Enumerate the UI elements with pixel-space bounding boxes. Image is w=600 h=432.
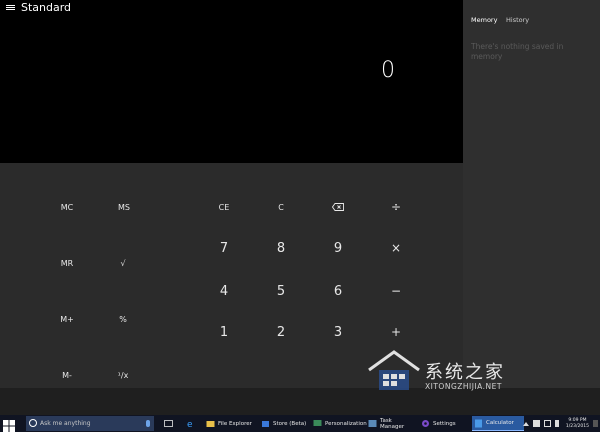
- watermark-chinese-text: 系统之家: [425, 362, 505, 383]
- digit-5-button[interactable]: 5: [261, 279, 301, 303]
- digit-9-button[interactable]: 9: [318, 236, 358, 260]
- taskbar-settings-label: Settings: [433, 420, 456, 427]
- calculator-display-area: Standard 0: [0, 0, 463, 163]
- tab-history[interactable]: History: [506, 16, 529, 24]
- multiply-button[interactable]: ×: [376, 236, 416, 260]
- memory-empty-message: There's nothing saved in memory: [471, 42, 564, 61]
- clear-entry-button[interactable]: CE: [204, 197, 244, 217]
- digit-1-button[interactable]: 1: [204, 320, 244, 344]
- svg-text:e: e: [187, 420, 193, 428]
- system-tray: 9:09 PM 1/23/2015: [522, 416, 598, 431]
- watermark-house-icon: [368, 350, 420, 390]
- digit-6-button[interactable]: 6: [318, 279, 358, 303]
- action-center-icon[interactable]: [532, 420, 540, 427]
- internet-explorer-icon: e: [187, 420, 193, 428]
- menu-icon-line: [6, 5, 15, 6]
- taskbar-ie[interactable]: e: [184, 416, 200, 431]
- menu-icon-line: [6, 7, 15, 8]
- memory-subtract-button[interactable]: M-: [42, 365, 92, 385]
- search-input[interactable]: Ask me anything: [26, 416, 154, 431]
- square-root-button[interactable]: √: [103, 253, 143, 273]
- microphone-icon[interactable]: [146, 420, 150, 427]
- add-button[interactable]: +: [376, 320, 416, 344]
- mode-title: Standard: [21, 1, 72, 14]
- folder-icon: [206, 421, 215, 427]
- task-view-button[interactable]: [162, 416, 178, 431]
- watermark-url-text: XITONGZHIJIA.NET: [425, 382, 502, 391]
- taskbar-task-manager[interactable]: Task Manager: [366, 416, 416, 431]
- windows-logo-icon: [3, 420, 15, 432]
- volume-icon[interactable]: [554, 420, 562, 427]
- memory-recall-button[interactable]: MR: [42, 253, 92, 273]
- taskbar-personalization[interactable]: Personalization: [311, 416, 367, 431]
- taskbar-file-explorer[interactable]: File Explorer: [204, 416, 256, 431]
- start-button[interactable]: [3, 417, 17, 432]
- settings-gear-icon: [422, 420, 429, 427]
- reciprocal-button[interactable]: ¹/x: [103, 365, 143, 385]
- menu-icon[interactable]: [6, 3, 15, 12]
- clear-button[interactable]: C: [261, 197, 301, 217]
- tab-memory[interactable]: Memory: [471, 16, 497, 24]
- task-view-icon: [164, 420, 173, 427]
- notifications-icon[interactable]: [593, 420, 598, 427]
- chevron-up-icon[interactable]: [522, 421, 529, 426]
- store-icon: [262, 421, 269, 427]
- taskbar-store[interactable]: Store (Beta): [259, 416, 309, 431]
- digit-8-button[interactable]: 8: [261, 236, 301, 260]
- memory-clear-button[interactable]: MC: [42, 197, 92, 217]
- taskbar-calculator-label: Calculator: [486, 420, 514, 426]
- search-placeholder: Ask me anything: [40, 420, 91, 427]
- digit-3-button[interactable]: 3: [318, 320, 358, 344]
- watermark: 系统之家 XITONGZHIJIA.NET: [365, 348, 555, 396]
- clock[interactable]: 9:09 PM 1/23/2015: [566, 418, 589, 430]
- divide-button[interactable]: ÷: [376, 195, 416, 219]
- task-manager-icon: [368, 420, 377, 427]
- taskbar-settings[interactable]: Settings: [419, 416, 463, 431]
- cortana-icon: [29, 419, 37, 427]
- memory-store-button[interactable]: MS: [99, 197, 149, 217]
- digit-4-button[interactable]: 4: [204, 279, 244, 303]
- backspace-button[interactable]: [318, 197, 358, 217]
- percent-button[interactable]: %: [103, 309, 143, 329]
- taskbar-task-manager-label: Task Manager: [380, 417, 405, 430]
- menu-icon-line: [6, 9, 15, 10]
- taskbar-file-explorer-label: File Explorer: [218, 420, 252, 427]
- taskbar: Ask me anything e File Explorer Store (B…: [0, 415, 600, 432]
- clock-date: 1/23/2015: [565, 423, 589, 429]
- network-icon[interactable]: [543, 420, 551, 427]
- digit-7-button[interactable]: 7: [204, 236, 244, 260]
- taskbar-store-label: Store (Beta): [273, 420, 307, 427]
- personalization-icon: [313, 420, 322, 426]
- display-value: 0: [381, 58, 395, 83]
- digit-2-button[interactable]: 2: [261, 320, 301, 344]
- taskbar-personalization-label: Personalization: [325, 420, 367, 427]
- backspace-icon: [332, 203, 344, 211]
- memory-add-button[interactable]: M+: [42, 309, 92, 329]
- calculator-icon: [475, 419, 482, 427]
- taskbar-calculator[interactable]: Calculator: [472, 416, 524, 431]
- memory-history-panel: Memory History There's nothing saved in …: [463, 0, 600, 388]
- subtract-button[interactable]: −: [376, 279, 416, 303]
